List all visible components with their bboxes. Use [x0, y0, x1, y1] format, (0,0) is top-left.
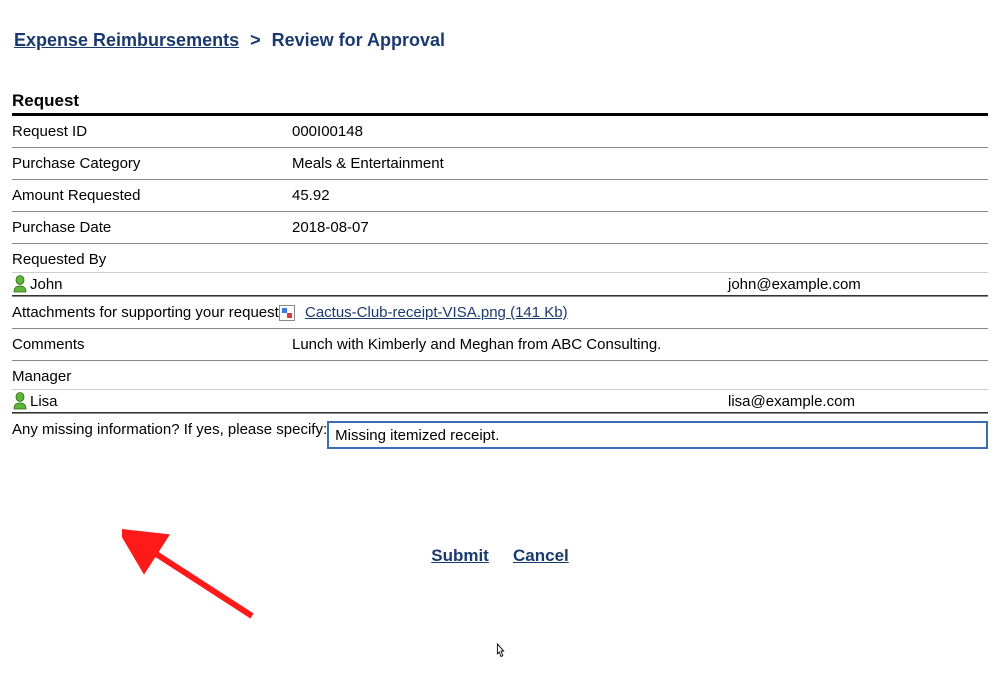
breadcrumb: Expense Reimbursements > Review for Appr… — [12, 30, 988, 51]
row-requested-by: Requested By John john@example.com — [12, 244, 988, 297]
person-icon — [12, 392, 28, 410]
row-request-id: Request ID 000I00148 — [12, 116, 988, 148]
cursor-pointer-icon — [492, 642, 510, 662]
value-comments: Lunch with Kimberly and Meghan from ABC … — [292, 336, 988, 353]
label-manager: Manager — [12, 368, 988, 389]
cancel-button[interactable]: Cancel — [513, 546, 569, 565]
row-amount-requested: Amount Requested 45.92 — [12, 180, 988, 212]
label-amount-requested: Amount Requested — [12, 187, 292, 204]
requested-by-email: john@example.com — [728, 276, 988, 293]
value-request-id: 000I00148 — [292, 123, 988, 140]
row-missing-info: Any missing information? If yes, please … — [12, 414, 988, 456]
row-comments: Comments Lunch with Kimberly and Meghan … — [12, 329, 988, 361]
label-request-id: Request ID — [12, 123, 292, 140]
section-title-request: Request — [12, 91, 988, 116]
annotation-arrow — [122, 528, 272, 628]
breadcrumb-link-expense[interactable]: Expense Reimbursements — [14, 30, 239, 50]
row-purchase-category: Purchase Category Meals & Entertainment — [12, 148, 988, 180]
label-purchase-date: Purchase Date — [12, 219, 292, 236]
attachment-link[interactable]: Cactus-Club-receipt-VISA.png (141 Kb) — [305, 304, 568, 321]
person-icon — [12, 275, 28, 293]
missing-info-input[interactable] — [327, 421, 988, 449]
action-bar: Submit Cancel — [12, 546, 988, 566]
label-requested-by: Requested By — [12, 251, 988, 272]
value-amount-requested: 45.92 — [292, 187, 988, 204]
row-manager: Manager Lisa lisa@example.com — [12, 361, 988, 414]
row-purchase-date: Purchase Date 2018-08-07 — [12, 212, 988, 244]
submit-button[interactable]: Submit — [431, 546, 489, 565]
label-attachments: Attachments for supporting your request — [12, 304, 279, 321]
breadcrumb-current: Review for Approval — [272, 30, 445, 50]
image-file-icon — [279, 305, 295, 321]
manager-email: lisa@example.com — [728, 393, 988, 410]
row-attachments: Attachments for supporting your request … — [12, 297, 988, 329]
label-missing-info: Any missing information? If yes, please … — [12, 421, 327, 438]
breadcrumb-separator: > — [250, 30, 261, 50]
requested-by-name: John — [28, 276, 728, 293]
value-purchase-date: 2018-08-07 — [292, 219, 988, 236]
manager-name: Lisa — [28, 393, 728, 410]
value-purchase-category: Meals & Entertainment — [292, 155, 988, 172]
label-purchase-category: Purchase Category — [12, 155, 292, 172]
label-comments: Comments — [12, 336, 292, 353]
